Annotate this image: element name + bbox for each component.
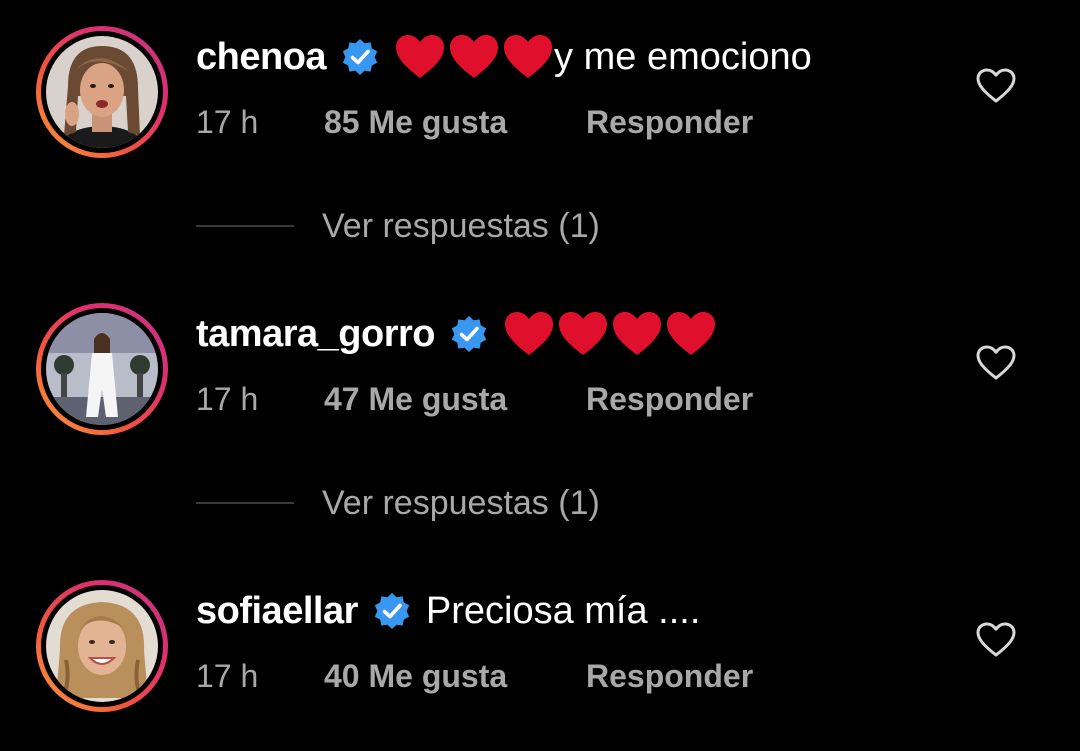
comment-timestamp: 17 h (196, 103, 259, 140)
comment-text: y me emociono (554, 35, 812, 78)
red-heart-emoji (504, 35, 553, 78)
comment-likes-count[interactable]: 47 Me gusta (324, 381, 586, 418)
comment-likes-count[interactable]: 85 Me gusta (324, 104, 586, 141)
avatar[interactable] (36, 303, 168, 435)
view-replies-label: Ver respuestas (1) (322, 483, 600, 522)
comment-username[interactable]: sofiaellar (196, 590, 358, 633)
avatar[interactable] (36, 580, 168, 712)
comment-timestamp: 17 h (196, 380, 259, 417)
red-heart-emoji (558, 312, 607, 355)
heart-emojis (394, 34, 554, 80)
heart-outline-icon[interactable] (976, 622, 1016, 658)
replies-divider (196, 225, 294, 227)
comment-item: sofiaellar Preciosa mía .... 17 h 40 Me … (0, 574, 1080, 714)
verified-badge-icon (340, 37, 380, 77)
comment-username[interactable]: tamara_gorro (196, 313, 435, 356)
view-replies-label: Ver respuestas (1) (322, 206, 600, 245)
reply-button[interactable]: Responder (586, 104, 753, 141)
heart-outline-icon[interactable] (976, 345, 1016, 381)
red-heart-emoji (396, 35, 445, 78)
avatar-photo (46, 36, 158, 148)
heart-outline-icon[interactable] (976, 68, 1016, 104)
red-heart-emoji (450, 35, 499, 78)
avatar[interactable] (36, 26, 168, 158)
comment-item: tamara_gorro 17 h 47 Me gusta Responder (0, 297, 1080, 437)
reply-button[interactable]: Responder (586, 658, 753, 695)
comment-item: chenoa y me emociono 17 h 85 Me gusta Re… (0, 20, 1080, 160)
view-replies-button[interactable]: Ver respuestas (1) (196, 483, 600, 523)
red-heart-emoji (612, 312, 661, 355)
red-heart-emoji (666, 312, 715, 355)
comment-timestamp: 17 h (196, 657, 259, 694)
verified-badge-icon (449, 314, 489, 354)
verified-badge-icon (372, 591, 412, 631)
red-heart-emoji (504, 312, 553, 355)
heart-emojis (503, 311, 717, 357)
replies-divider (196, 502, 294, 504)
comment-username[interactable]: chenoa (196, 36, 327, 79)
avatar-photo (46, 590, 158, 702)
reply-button[interactable]: Responder (586, 381, 753, 418)
view-replies-button[interactable]: Ver respuestas (1) (196, 206, 600, 246)
comment-text: Preciosa mía .... (425, 589, 701, 632)
avatar-photo (46, 313, 158, 425)
comment-likes-count[interactable]: 40 Me gusta (324, 658, 586, 695)
